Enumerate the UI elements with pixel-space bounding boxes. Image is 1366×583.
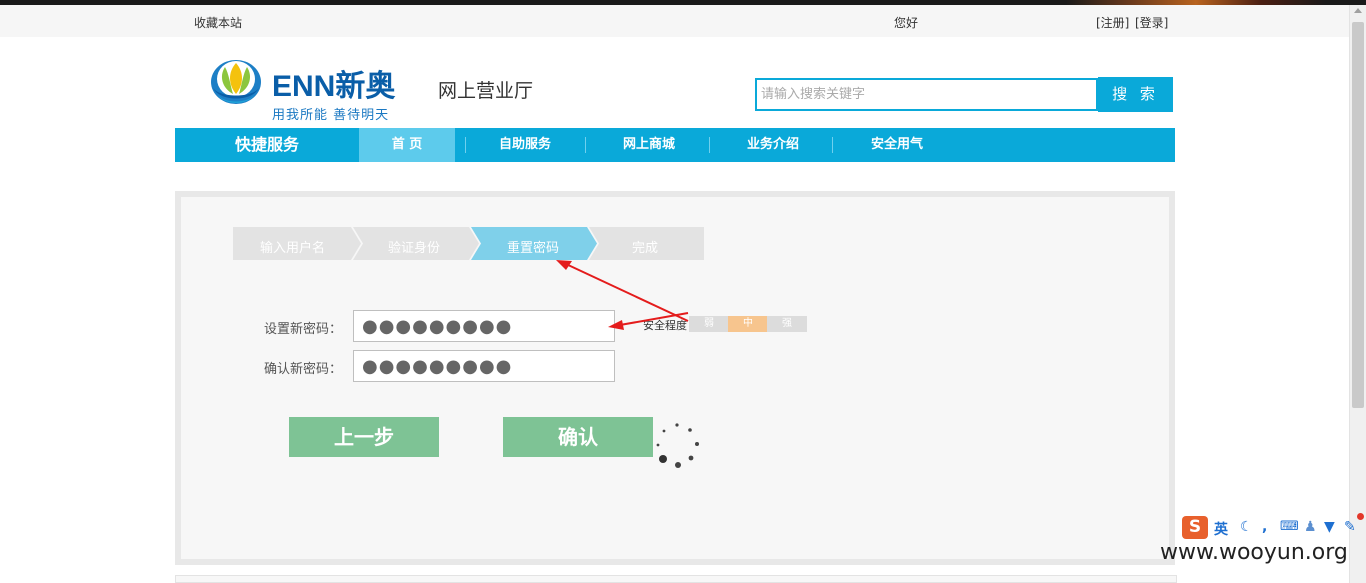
scroll-up-icon[interactable] <box>1354 8 1362 13</box>
step-2-label: 验证身份 <box>388 241 441 256</box>
strength-medium: 中 <box>728 316 768 332</box>
nav-divider <box>709 137 710 153</box>
nav-divider <box>465 137 466 153</box>
previous-step-button[interactable]: 上一步 <box>289 417 439 457</box>
top-bar: 收藏本站 您好 [注册] [登录] <box>0 5 1349 37</box>
moon-icon[interactable]: ☾ <box>1240 519 1253 535</box>
brand-slogan: 用我所能 善待明天 <box>272 108 390 123</box>
enn-sunflower-icon <box>211 60 261 104</box>
sogou-logo-icon[interactable]: S <box>1182 516 1208 539</box>
keyboard-icon[interactable]: ⌨ <box>1280 519 1299 534</box>
nav-item-business-intro[interactable]: 业务介绍 <box>723 128 823 162</box>
search-input[interactable] <box>755 78 1098 111</box>
new-password-field[interactable] <box>353 310 615 342</box>
greeting-text: 您好 <box>894 16 919 30</box>
strength-strong: 强 <box>767 316 807 332</box>
notification-dot <box>1357 513 1364 520</box>
site-logo[interactable]: ENN新奥 用我所能 善待明天 <box>210 55 410 125</box>
nav-divider <box>832 137 833 153</box>
nav-item-gas-safety[interactable]: 安全用气 <box>847 128 947 162</box>
wrench-icon[interactable]: ✎ <box>1344 519 1356 535</box>
brand-name: ENN新奥 <box>272 70 396 103</box>
quick-services-label[interactable]: 快捷服务 <box>235 128 299 162</box>
nav-item-online-mall[interactable]: 网上商城 <box>599 128 699 162</box>
strength-label: 安全程度 <box>643 319 687 332</box>
new-password-label: 设置新密码： <box>264 322 343 337</box>
step-1-label: 输入用户名 <box>260 241 326 256</box>
step-3-label: 重置密码 <box>507 241 560 256</box>
nav-divider <box>585 137 586 153</box>
step-4-label: 完成 <box>632 241 659 256</box>
strength-weak: 弱 <box>689 316 729 332</box>
bookmark-link[interactable]: 收藏本站 <box>194 14 242 31</box>
ime-toolbar[interactable]: S 英 ☾ , ⌨ ♟ ▼ ✎ <box>1180 513 1366 541</box>
main-nav: 快捷服务 首 页 自助服务 网上商城 业务介绍 安全用气 <box>175 128 1175 162</box>
search-button[interactable]: 搜 索 <box>1098 77 1173 112</box>
page-title: 网上营业厅 <box>438 80 534 102</box>
confirm-button[interactable]: 确认 <box>503 417 653 457</box>
loading-spinner-icon <box>656 423 699 468</box>
login-link[interactable]: [登录] <box>1135 14 1168 31</box>
confirm-password-label: 确认新密码： <box>264 362 343 377</box>
punctuation-icon[interactable]: , <box>1262 519 1267 535</box>
register-link[interactable]: [注册] <box>1096 14 1129 31</box>
scrollbar-thumb[interactable] <box>1352 22 1364 408</box>
nav-item-home[interactable]: 首 页 <box>359 128 455 162</box>
confirm-password-field[interactable] <box>353 350 615 382</box>
bottom-panel-edge <box>175 575 1177 583</box>
vertical-scrollbar[interactable] <box>1349 5 1366 583</box>
user-icon[interactable]: ♟ <box>1304 519 1317 535</box>
ime-mode[interactable]: 英 <box>1214 519 1228 539</box>
nav-item-self-service[interactable]: 自助服务 <box>475 128 575 162</box>
watermark-text: www.wooyun.org <box>1160 540 1348 565</box>
skin-icon[interactable]: ▼ <box>1324 519 1335 535</box>
